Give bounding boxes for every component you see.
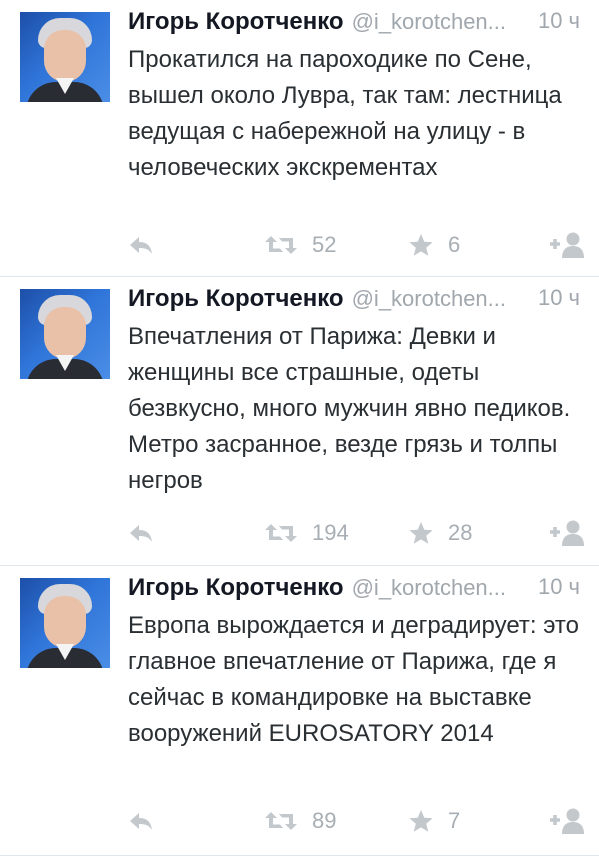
follow-icon [549,519,585,547]
author-handle[interactable]: @i_korotchen... [352,575,506,601]
retweet-count: 89 [312,808,337,833]
tweet[interactable]: Игорь Коротченко @i_korotchen... 10 ч Ев… [0,566,599,856]
tweet-actions: 89 7 [128,806,599,836]
author-handle[interactable]: @i_korotchen... [352,9,506,35]
tweet-header: Игорь Коротченко @i_korotchen... 10 ч [128,285,588,319]
tweet-header: Игорь Коротченко @i_korotchen... 10 ч [128,8,588,42]
tweet-actions: 194 28 [128,518,599,548]
avatar-face [44,307,86,359]
tweet-actions: 52 6 [128,230,599,260]
retweet-icon [264,810,298,832]
reply-icon [128,522,154,544]
avatar-face [44,596,86,648]
retweet-button[interactable]: 52 [264,230,336,260]
favorite-count: 7 [448,808,461,833]
tweet-text: Европа вырождается и деградирует: это гл… [128,612,579,747]
favorite-button[interactable]: 6 [408,230,460,260]
tweet-text: Прокатился на пароходике по Сене, вышел … [128,46,562,181]
avatar[interactable] [20,578,110,668]
reply-icon [128,810,154,832]
tweet-time[interactable]: 10 ч [538,8,580,34]
reply-icon [128,234,154,256]
retweet-icon [264,234,298,256]
reply-button[interactable] [128,518,154,548]
favorite-count: 6 [448,232,461,257]
author-handle[interactable]: @i_korotchen... [352,286,506,312]
favorite-count: 28 [448,520,473,545]
retweet-button[interactable]: 89 [264,806,336,836]
favorite-button[interactable]: 28 [408,518,472,548]
retweet-button[interactable]: 194 [264,518,349,548]
follow-button[interactable] [549,518,585,548]
author-name[interactable]: Игорь Коротченко [128,574,344,602]
star-icon [408,521,434,545]
tweet[interactable]: Игорь Коротченко @i_korotchen... 10 ч Пр… [0,0,599,277]
follow-button[interactable] [549,230,585,260]
star-icon [408,809,434,833]
star-icon [408,233,434,257]
author-name[interactable]: Игорь Коротченко [128,8,344,36]
retweet-count: 194 [312,520,349,545]
favorite-button[interactable]: 7 [408,806,460,836]
retweet-count: 52 [312,232,337,257]
reply-button[interactable] [128,230,154,260]
follow-button[interactable] [549,806,585,836]
tweet-feed: Игорь Коротченко @i_korotchen... 10 ч Пр… [0,0,599,862]
author-name[interactable]: Игорь Коротченко [128,285,344,313]
follow-icon [549,807,585,835]
tweet-time[interactable]: 10 ч [538,285,580,311]
retweet-icon [264,522,298,544]
tweet[interactable]: Игорь Коротченко @i_korotchen... 10 ч Вп… [0,277,599,566]
avatar[interactable] [20,12,110,102]
tweet-header: Игорь Коротченко @i_korotchen... 10 ч [128,574,588,608]
reply-button[interactable] [128,806,154,836]
avatar-face [44,30,86,82]
avatar[interactable] [20,289,110,379]
tweet-time[interactable]: 10 ч [538,574,580,600]
follow-icon [549,231,585,259]
tweet-text: Впечатления от Парижа: Девки и женщины в… [128,323,571,494]
